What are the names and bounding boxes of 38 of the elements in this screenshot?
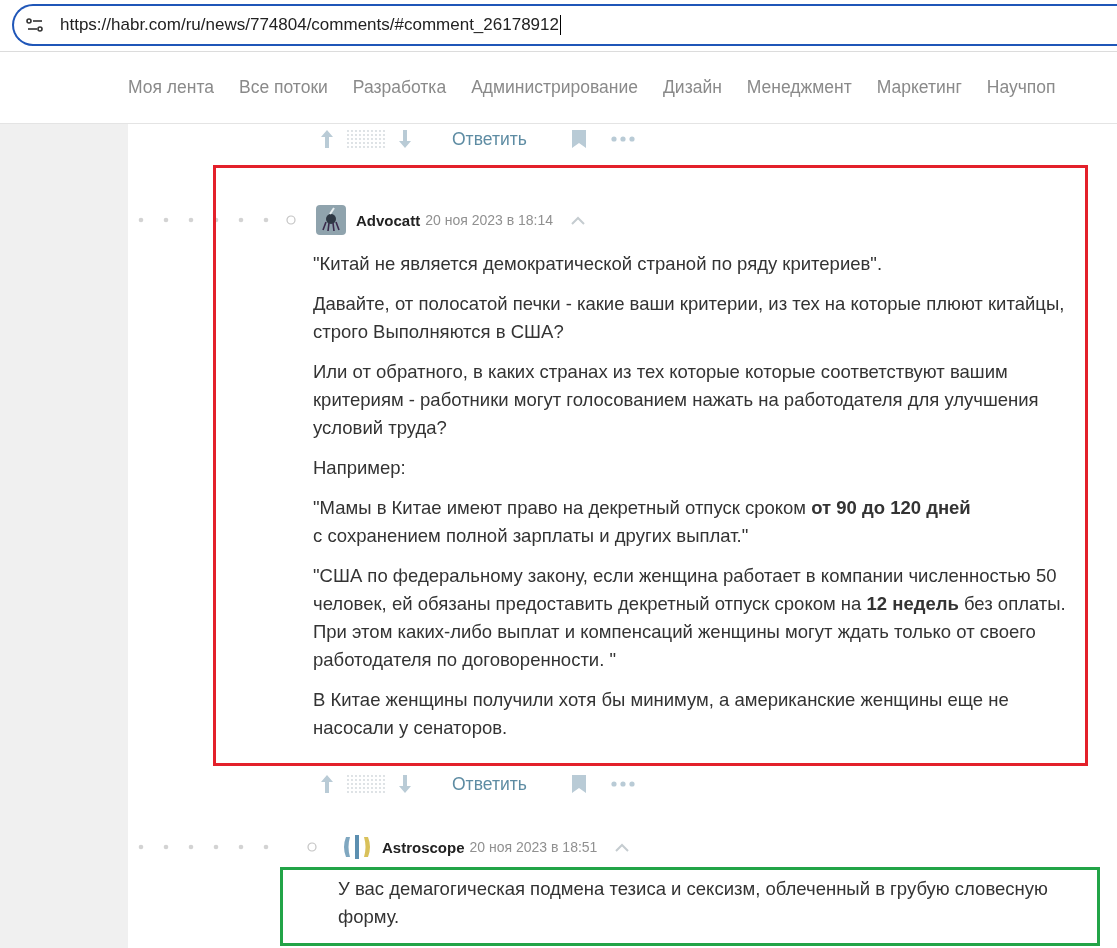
- upvote-icon[interactable]: [320, 129, 334, 149]
- avatar-icon[interactable]: [316, 205, 346, 235]
- reply-link[interactable]: Ответить: [452, 773, 527, 795]
- nav-link[interactable]: Моя лента: [128, 77, 214, 98]
- rating-placeholder-icon: [346, 129, 386, 149]
- address-bar[interactable]: https://habr.com/ru/news/774804/comments/#comment_26178912: [12, 4, 1117, 46]
- comment-paragraph: У вас демагогическая подмена тезиса и сексизм, облеченный в грубую словесную форму.: [338, 877, 1049, 929]
- comment-paragraph: Давайте, от полосатой печки - какие ваши критерии, из тех на которые плюют китайцы, строго Выполняются в США?: [313, 292, 1066, 344]
- downvote-icon[interactable]: [398, 129, 412, 149]
- site-settings-icon[interactable]: [26, 18, 44, 32]
- nav-link[interactable]: Научпоп: [986, 77, 1056, 98]
- bookmark-icon[interactable]: [570, 129, 587, 149]
- more-icon[interactable]: [610, 781, 635, 787]
- comment-paragraph: В Китае женщины получили хотя бы минимум, а американские женщины еще не насосали у сенаторов.: [313, 688, 1010, 740]
- nav-link[interactable]: Администрирование: [471, 77, 638, 98]
- bookmark-icon[interactable]: [570, 774, 587, 794]
- author-name[interactable]: Advocatt: [356, 211, 421, 229]
- upvote-icon[interactable]: [320, 774, 334, 794]
- collapse-icon[interactable]: [571, 215, 586, 225]
- comment-date[interactable]: 20 ноя 2023 в 18:14: [425, 212, 554, 228]
- comment-date[interactable]: 20 ноя 2023 в 18:51: [469, 839, 598, 855]
- rating-placeholder-icon: [346, 774, 386, 794]
- comment-paragraph: "Мамы в Китае имеют право на декретный отпуск сроком от 90 до 120 дней с сохранением полной зарплаты и других выплат.": [313, 496, 972, 548]
- more-icon[interactable]: [610, 136, 635, 142]
- nav-link[interactable]: Маркетинг: [876, 77, 962, 98]
- author-name[interactable]: Astroscope: [382, 838, 465, 856]
- nav-link[interactable]: Разработка: [352, 77, 447, 98]
- downvote-icon[interactable]: [398, 774, 412, 794]
- nav-link[interactable]: Менеджмент: [746, 77, 852, 98]
- url-text: https://habr.com/ru/news/774804/comments/#comment_26178912: [60, 15, 559, 35]
- comment-paragraph: "Китай не является демократической страной по ряду критериев".: [313, 252, 884, 276]
- comment-paragraph: Например:: [313, 456, 407, 480]
- comment-paragraph: Или от обратного, в каких странах из тех которые которые соответствуют вашим критериям - работники могут голосованием нажать на работодателя для улучшения условий труда?: [313, 360, 1040, 440]
- nav-link[interactable]: Дизайн: [663, 77, 722, 98]
- comment-paragraph: "США по федеральному закону, если женщина работает в компании численностью 50 человек, ей обязаны предоставить декретный отпуск сроком на 12 недель без оплаты. При этом каких-либо выплат и компенсаций женщины могут ждать только от своего работодателя по договоренности. ": [313, 564, 1067, 672]
- reply-link[interactable]: Ответить: [452, 128, 527, 150]
- nav-link[interactable]: Все потоки: [239, 77, 328, 98]
- collapse-icon[interactable]: [615, 842, 630, 852]
